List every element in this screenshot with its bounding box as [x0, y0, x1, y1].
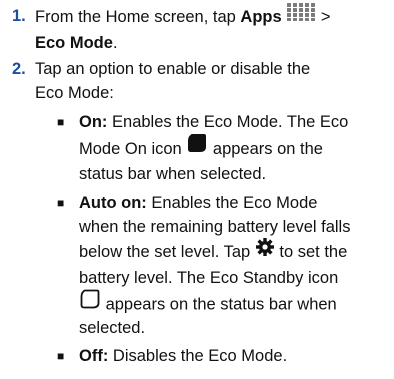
- apps-label: Apps: [240, 7, 282, 26]
- step-line: Tap an option to enable or disable the: [35, 60, 311, 78]
- text: .: [112, 34, 118, 52]
- apps-grid-icon: [286, 2, 316, 29]
- text: appears on the status bar when: [101, 295, 337, 314]
- option-line: appears on the status bar when: [79, 288, 389, 318]
- option-text: Auto on: Enables the Eco Mode when the r…: [79, 191, 389, 340]
- step-number: 1.: [12, 7, 26, 25]
- text: Enables the Eco Mode: [146, 194, 318, 212]
- text: Mode On icon: [79, 139, 187, 158]
- bullet-icon: ■: [57, 349, 65, 363]
- text: below the set level. Tap: [79, 242, 255, 261]
- step-line: Eco Mode.: [35, 31, 387, 55]
- eco-mode-on-icon: [186, 132, 208, 163]
- option-line: Mode On icon appears on the: [79, 134, 389, 162]
- step-line: Eco Mode:: [35, 84, 114, 102]
- option-text: Off: Disables the Eco Mode.: [79, 344, 389, 368]
- option-label: Off:: [79, 347, 109, 365]
- option-line: selected.: [79, 319, 146, 337]
- option-label: Auto on:: [79, 194, 147, 212]
- option-line: status bar when selected.: [79, 165, 267, 183]
- bullet-icon: ■: [57, 115, 65, 129]
- bullet-icon: ■: [57, 196, 65, 210]
- option-line: when the remaining battery level falls: [79, 218, 351, 236]
- option-line: Auto on: Enables the Eco Mode: [79, 191, 389, 215]
- option-text: On: Enables the Eco Mode. The Eco Mode O…: [79, 110, 389, 186]
- step-text: Tap an option to enable or disable the E…: [35, 57, 387, 105]
- eco-mode-label: Eco Mode: [35, 34, 113, 52]
- text: to set the: [274, 242, 348, 261]
- option-line: On: Enables the Eco Mode. The Eco: [79, 110, 389, 134]
- option-line: Off: Disables the Eco Mode.: [79, 344, 389, 368]
- text: Enables the Eco Mode. The Eco: [107, 113, 349, 131]
- eco-standby-icon: [79, 288, 101, 318]
- option-line: battery level. The Eco Standby icon: [79, 269, 339, 287]
- step-text: From the Home screen, tap Apps > Eco Mod…: [35, 2, 387, 55]
- step-line: From the Home screen, tap Apps >: [35, 2, 387, 31]
- option-line: below the set level. Tap to set the: [79, 237, 389, 266]
- text: appears on the: [208, 139, 323, 158]
- option-label: On:: [79, 113, 108, 131]
- text: >: [316, 7, 331, 26]
- text: Disables the Eco Mode.: [108, 347, 288, 365]
- settings-gear-icon: [255, 237, 275, 264]
- text: From the Home screen, tap: [35, 7, 241, 26]
- step-number: 2.: [12, 60, 26, 78]
